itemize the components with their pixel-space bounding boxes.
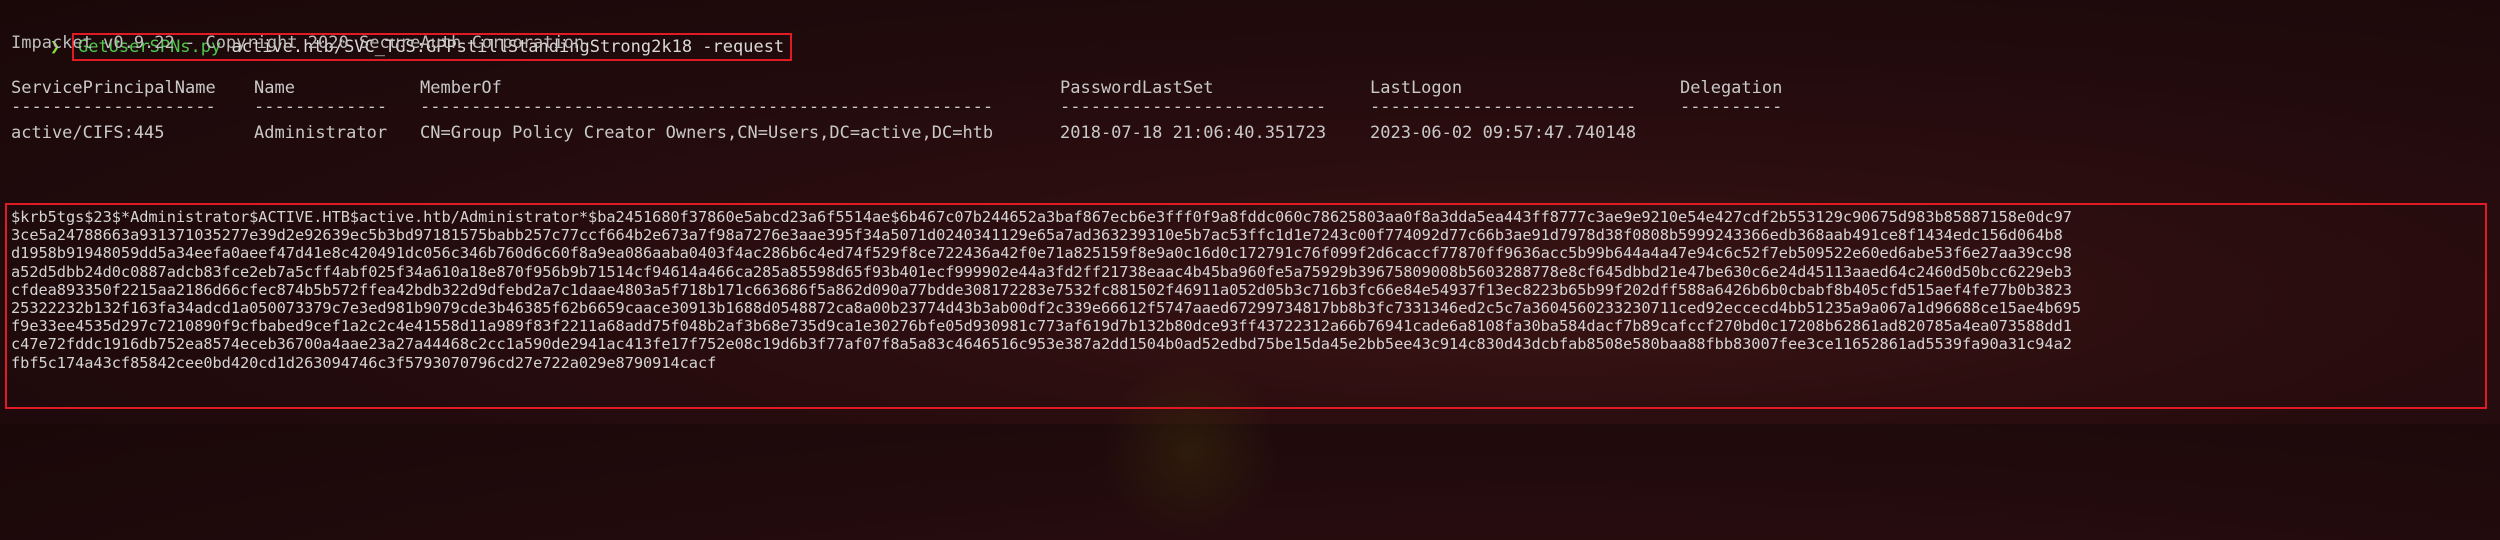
header-name: Name — [254, 78, 295, 98]
separator-member-of: ----------------------------------------… — [420, 97, 994, 117]
hash-line: cfdea893350f2215aa2186d66cfec874b5b572ff… — [11, 280, 2072, 299]
hash-line: $krb5tgs$23$*Administrator$ACTIVE.HTB$ac… — [11, 208, 2072, 226]
cell-service-principal-name: active/CIFS:445 — [11, 123, 165, 143]
cell-name: Administrator — [254, 123, 388, 143]
header-password-last-set: PasswordLastSet — [1060, 78, 1214, 98]
separator-service-principal-name: -------------------- — [11, 97, 216, 117]
header-delegation: Delegation — [1680, 78, 1783, 98]
hash-line: fbf5c174a43cf85842cee0bd420cd1d263094746… — [11, 353, 717, 372]
hash-line: f9e33ee4535d297c7210890f9cfbabed9cef1a2c… — [11, 317, 2072, 336]
hash-line: 3ce5a24788663a931371035277e39d2e92639ec5… — [11, 226, 2063, 245]
kerberos-hash-output[interactable]: $krb5tgs$23$*Administrator$ACTIVE.HTB$ac… — [5, 203, 2487, 409]
impacket-banner: Impacket v0.9.22 - Copyright 2020 Secure… — [11, 33, 585, 53]
terminal-window[interactable]: ❯ GetUserSPNs.py active.htb/SVC_TGS:GPPst… — [0, 0, 2500, 540]
header-member-of: MemberOf — [420, 78, 502, 98]
hash-line: d1958b91948059dd5a34eefa0aeef47d41e8c420… — [11, 244, 2072, 263]
header-last-logon: LastLogon — [1370, 78, 1463, 98]
cell-member-of: CN=Group Policy Creator Owners,CN=Users,… — [420, 123, 994, 143]
separator-delegation: ---------- — [1680, 97, 1783, 117]
separator-last-logon: -------------------------- — [1370, 97, 1637, 117]
separator-password-last-set: -------------------------- — [1060, 97, 1327, 117]
command-line: ❯ GetUserSPNs.py active.htb/SVC_TGS:GPPst… — [9, 13, 793, 61]
hash-line: 25322232b132f163fa34adcd1a050073379c7e3e… — [11, 298, 2082, 317]
hash-line: c47e72fddc1916db752ea8574eceb36700a4aae2… — [11, 335, 2072, 354]
header-service-principal-name: ServicePrincipalName — [11, 78, 216, 98]
cell-password-last-set: 2018-07-18 21:06:40.351723 — [1060, 123, 1327, 143]
hash-line: a52d5dbb24d0c0887adcb83fce2eb7a5cff4abf0… — [11, 262, 2072, 281]
separator-name: ------------- — [254, 97, 388, 117]
cell-last-logon: 2023-06-02 09:57:47.740148 — [1370, 123, 1637, 143]
